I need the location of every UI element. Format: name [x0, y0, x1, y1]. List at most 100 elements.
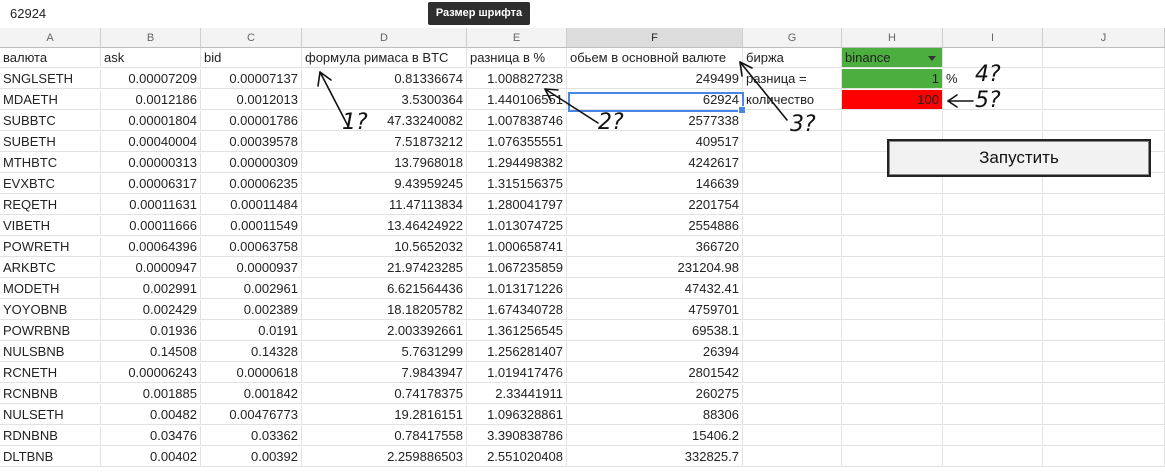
- cell-a1[interactable]: валюта: [0, 48, 101, 68]
- sheet-row-11[interactable]: ARKBTC 0.0000947 0.0000937 21.97423285 1.067…: [0, 258, 1165, 279]
- cell-e10[interactable]: 1.000658741: [467, 237, 567, 257]
- cell-i13[interactable]: [943, 300, 1043, 320]
- cell-i12[interactable]: [943, 279, 1043, 299]
- cell-h17[interactable]: [842, 384, 943, 404]
- cell-c19[interactable]: 0.03362: [201, 426, 302, 446]
- cell-f15[interactable]: 26394: [567, 342, 743, 362]
- formula-bar[interactable]: 62924: [0, 0, 1165, 29]
- cell-i8[interactable]: [943, 195, 1043, 215]
- cell-b8[interactable]: 0.00011631: [101, 195, 201, 215]
- cell-b4[interactable]: 0.00001804: [101, 111, 201, 131]
- cell-f2[interactable]: 249499: [567, 69, 743, 89]
- cell-g3[interactable]: количество: [743, 90, 842, 110]
- sheet-row-12[interactable]: MODETH 0.002991 0.002961 6.621564436 1.01317…: [0, 279, 1165, 300]
- cell-f10[interactable]: 366720: [567, 237, 743, 257]
- cell-h14[interactable]: [842, 321, 943, 341]
- cell-d20[interactable]: 2.259886503: [302, 447, 467, 467]
- cell-c14[interactable]: 0.0191: [201, 321, 302, 341]
- cell-a10[interactable]: POWRETH: [0, 237, 101, 257]
- cell-c20[interactable]: 0.00392: [201, 447, 302, 467]
- cell-i16[interactable]: [943, 363, 1043, 383]
- cell-a20[interactable]: DLTBNB: [0, 447, 101, 467]
- column-header-i[interactable]: I: [943, 28, 1043, 48]
- sheet-row-20[interactable]: DLTBNB 0.00402 0.00392 2.259886503 2.5510204…: [0, 447, 1165, 468]
- run-button[interactable]: Запустить: [887, 139, 1151, 177]
- cell-j19[interactable]: [1043, 426, 1165, 446]
- cell-b13[interactable]: 0.002429: [101, 300, 201, 320]
- sheet-row-19[interactable]: RDNBNB 0.03476 0.03362 0.78417558 3.39083878…: [0, 426, 1165, 447]
- cell-d7[interactable]: 9.43959245: [302, 174, 467, 194]
- cell-j8[interactable]: [1043, 195, 1165, 215]
- cell-j10[interactable]: [1043, 237, 1165, 257]
- column-header-h[interactable]: H: [842, 28, 943, 48]
- cell-j16[interactable]: [1043, 363, 1165, 383]
- cell-e12[interactable]: 1.013171226: [467, 279, 567, 299]
- cell-a14[interactable]: POWRBNB: [0, 321, 101, 341]
- cell-c6[interactable]: 0.00000309: [201, 153, 302, 173]
- cell-d13[interactable]: 18.18205782: [302, 300, 467, 320]
- cell-e20[interactable]: 2.551020408: [467, 447, 567, 467]
- cell-f19[interactable]: 15406.2: [567, 426, 743, 446]
- sheet-row-13[interactable]: YOYOBNB 0.002429 0.002389 18.18205782 1.6743…: [0, 300, 1165, 321]
- cell-g8[interactable]: [743, 195, 842, 215]
- cell-a12[interactable]: MODETH: [0, 279, 101, 299]
- cell-g11[interactable]: [743, 258, 842, 278]
- cell-b16[interactable]: 0.00006243: [101, 363, 201, 383]
- cell-d17[interactable]: 0.74178375: [302, 384, 467, 404]
- cell-f13[interactable]: 4759701: [567, 300, 743, 320]
- cell-a3[interactable]: MDAETH: [0, 90, 101, 110]
- cell-d10[interactable]: 10.5652032: [302, 237, 467, 257]
- cell-i10[interactable]: [943, 237, 1043, 257]
- cell-f4[interactable]: 2577338: [567, 111, 743, 131]
- cell-h11[interactable]: [842, 258, 943, 278]
- cell-e11[interactable]: 1.067235859: [467, 258, 567, 278]
- cell-c9[interactable]: 0.00011549: [201, 216, 302, 236]
- cell-d3[interactable]: 3.5300364: [302, 90, 467, 110]
- cell-d9[interactable]: 13.46424922: [302, 216, 467, 236]
- cell-j11[interactable]: [1043, 258, 1165, 278]
- cell-g18[interactable]: [743, 405, 842, 425]
- cell-i14[interactable]: [943, 321, 1043, 341]
- cell-a17[interactable]: RCNBNB: [0, 384, 101, 404]
- cell-h16[interactable]: [842, 363, 943, 383]
- cell-j15[interactable]: [1043, 342, 1165, 362]
- cell-h20[interactable]: [842, 447, 943, 467]
- cell-c15[interactable]: 0.14328: [201, 342, 302, 362]
- cell-c18[interactable]: 0.00476773: [201, 405, 302, 425]
- cell-h3[interactable]: 100: [842, 90, 943, 110]
- cell-i9[interactable]: [943, 216, 1043, 236]
- cell-f14[interactable]: 69538.1: [567, 321, 743, 341]
- cell-i19[interactable]: [943, 426, 1043, 446]
- dropdown-arrow-icon[interactable]: [928, 56, 936, 61]
- cell-j12[interactable]: [1043, 279, 1165, 299]
- cell-c13[interactable]: 0.002389: [201, 300, 302, 320]
- column-header-a[interactable]: A: [0, 28, 101, 48]
- cell-e15[interactable]: 1.256281407: [467, 342, 567, 362]
- cell-j13[interactable]: [1043, 300, 1165, 320]
- column-header-f[interactable]: F: [567, 28, 743, 48]
- cell-a15[interactable]: NULSBNB: [0, 342, 101, 362]
- formula-bar-value[interactable]: 62924: [10, 6, 46, 21]
- column-header-j[interactable]: J: [1043, 28, 1165, 48]
- cell-e13[interactable]: 1.674340728: [467, 300, 567, 320]
- cell-g14[interactable]: [743, 321, 842, 341]
- cell-h18[interactable]: [842, 405, 943, 425]
- column-header-g[interactable]: G: [743, 28, 842, 48]
- cell-i18[interactable]: [943, 405, 1043, 425]
- cell-b20[interactable]: 0.00402: [101, 447, 201, 467]
- cell-a11[interactable]: ARKBTC: [0, 258, 101, 278]
- cell-h10[interactable]: [842, 237, 943, 257]
- cell-h8[interactable]: [842, 195, 943, 215]
- cell-h19[interactable]: [842, 426, 943, 446]
- cell-a4[interactable]: SUBBTC: [0, 111, 101, 131]
- cell-a9[interactable]: VIBETH: [0, 216, 101, 236]
- sheet-row-10[interactable]: POWRETH 0.00064396 0.00063758 10.5652032 1.0…: [0, 237, 1165, 258]
- sheet-row-9[interactable]: VIBETH 0.00011666 0.00011549 13.46424922 1.0…: [0, 216, 1165, 237]
- cell-f12[interactable]: 47432.41: [567, 279, 743, 299]
- cell-i15[interactable]: [943, 342, 1043, 362]
- sheet-row-4[interactable]: SUBBTC 0.00001804 0.00001786 47.33240082 1.0…: [0, 111, 1165, 132]
- cell-h4[interactable]: [842, 111, 943, 131]
- cell-g20[interactable]: [743, 447, 842, 467]
- sheet-row-14[interactable]: POWRBNB 0.01936 0.0191 2.003392661 1.3612565…: [0, 321, 1165, 342]
- cell-g15[interactable]: [743, 342, 842, 362]
